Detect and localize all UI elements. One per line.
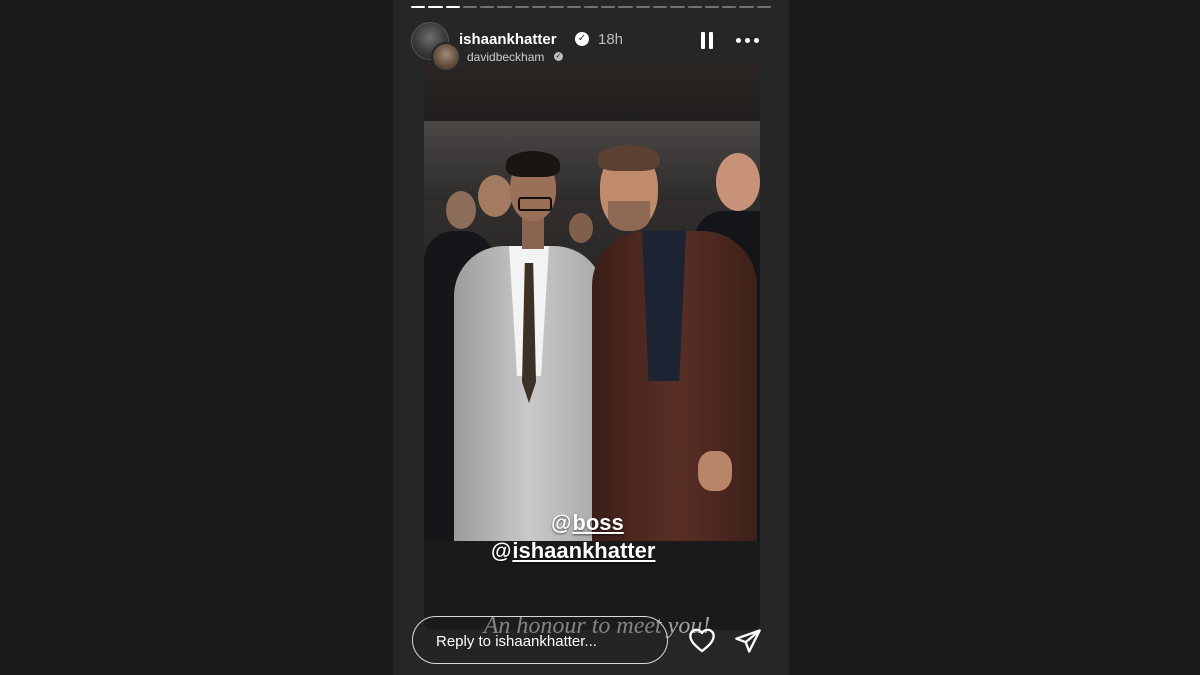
mention-tag-boss[interactable]: @boss [551, 510, 624, 536]
progress-segment [480, 6, 495, 8]
progress-segment [497, 6, 512, 8]
progress-segment [583, 6, 599, 8]
progress-segment [428, 6, 443, 8]
progress-segment [411, 6, 426, 8]
heart-icon[interactable] [688, 627, 716, 653]
progress-segment [549, 6, 564, 8]
reply-input[interactable]: Reply to ishaankhatter... [412, 616, 668, 664]
mention-tag-label: boss [572, 510, 624, 535]
progress-segment [462, 6, 478, 8]
more-options-icon[interactable] [734, 30, 762, 50]
progress-segment [652, 6, 668, 8]
progress-segment [566, 6, 581, 8]
progress-segment [618, 6, 633, 8]
mention-tag-ishaankhatter[interactable]: @ishaankhatter [491, 538, 655, 564]
story-progress-bar [411, 6, 771, 9]
progress-segment [445, 6, 460, 8]
progress-segment [687, 6, 702, 8]
story-timestamp: 18h [598, 31, 624, 48]
threads-icon: @ [551, 512, 572, 535]
story-photo [424, 121, 760, 541]
reply-placeholder: Reply to ishaankhatter... [436, 633, 597, 650]
mention-tag-label: ishaankhatter [512, 538, 656, 563]
progress-segment [635, 6, 650, 8]
progress-segment [670, 6, 685, 8]
progress-segment [531, 6, 547, 8]
progress-segment [739, 6, 754, 8]
progress-segment [756, 6, 771, 8]
pause-icon[interactable] [699, 30, 715, 50]
verified-badge-icon: ✓ [575, 32, 589, 46]
progress-segment [601, 6, 616, 8]
collab-username[interactable]: davidbeckham [467, 50, 544, 64]
verified-badge-small-icon: ✓ [554, 52, 563, 61]
story-header: ishaankhatter ✓ 18h davidbeckham ✓ [411, 20, 771, 72]
collab-avatar[interactable] [431, 42, 461, 72]
send-icon[interactable] [734, 627, 762, 655]
progress-segment [514, 6, 529, 8]
story-username[interactable]: ishaankhatter [459, 31, 557, 48]
progress-segment [704, 6, 720, 8]
story-viewer: ishaankhatter ✓ 18h davidbeckham ✓ @boss… [393, 0, 789, 675]
threads-icon: @ [491, 540, 512, 563]
progress-segment [722, 6, 737, 8]
